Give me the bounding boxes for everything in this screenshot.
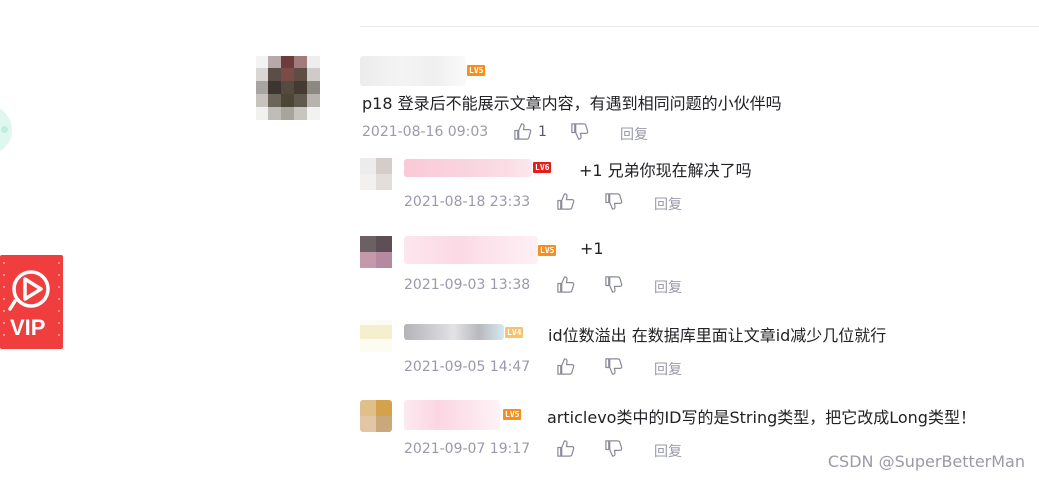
- comment-text: p18 登录后不能展示文章内容，有遇到相同问题的小伙伴吗: [362, 94, 782, 113]
- avatar[interactable]: [360, 320, 392, 352]
- dislike-button[interactable]: [604, 192, 623, 211]
- level-badge: LV5: [538, 245, 557, 256]
- level-badge: LV5: [467, 65, 486, 76]
- dislike-button[interactable]: [604, 439, 623, 458]
- thumbs-down-icon: [605, 276, 623, 293]
- thumbs-up-icon: [557, 276, 575, 293]
- avatar[interactable]: [360, 158, 392, 190]
- like-button[interactable]: [556, 357, 575, 376]
- level-badge: LV6: [533, 162, 552, 173]
- thumbs-up-icon: [514, 123, 532, 140]
- username[interactable]: [360, 56, 466, 86]
- avatar[interactable]: [256, 56, 320, 128]
- username[interactable]: [404, 236, 538, 264]
- username[interactable]: [404, 159, 532, 177]
- thumbs-up-icon: [557, 440, 575, 457]
- reply-button[interactable]: 回复: [654, 277, 682, 297]
- like-button[interactable]: [556, 275, 575, 294]
- reply-button[interactable]: 回复: [620, 124, 648, 144]
- comment-date: 2021-08-16 09:03: [362, 124, 489, 140]
- level-badge: LV4: [505, 327, 524, 338]
- thumbs-down-icon: [571, 123, 589, 140]
- avatar[interactable]: [360, 400, 392, 432]
- thumbs-down-icon: [605, 358, 623, 375]
- reply-button[interactable]: 回复: [654, 441, 682, 461]
- reply-text: +1: [580, 239, 604, 258]
- thumbs-down-icon: [605, 193, 623, 210]
- thumbs-up-icon: [557, 193, 575, 210]
- watermark: CSDN @SuperBetterMan: [827, 452, 1025, 471]
- thumbs-down-icon: [605, 440, 623, 457]
- floating-tool-button[interactable]: [0, 105, 12, 155]
- like-button[interactable]: 1: [513, 122, 547, 141]
- like-button[interactable]: [556, 192, 575, 211]
- top-divider: [360, 26, 1039, 27]
- dislike-button[interactable]: [604, 275, 623, 294]
- dislike-button[interactable]: [570, 122, 589, 141]
- reply-date: 2021-09-05 14:47: [404, 359, 531, 375]
- username[interactable]: [404, 324, 504, 340]
- level-badge: LV5: [503, 409, 522, 420]
- reply-date: 2021-09-07 19:17: [404, 441, 531, 457]
- reply-date: 2021-09-03 13:38: [404, 277, 531, 293]
- like-count: 1: [538, 123, 547, 140]
- tool-dot-icon: [1, 126, 8, 133]
- like-button[interactable]: [556, 439, 575, 458]
- reply-text: id位数溢出 在数据库里面让文章id减少几位就行: [548, 326, 887, 345]
- thumbs-up-icon: [557, 358, 575, 375]
- vip-badge[interactable]: VIP: [0, 255, 63, 349]
- reply-text: +1 兄弟你现在解决了吗: [579, 161, 752, 180]
- avatar[interactable]: [360, 236, 392, 268]
- vip-label: VIP: [10, 315, 46, 340]
- reply-button[interactable]: 回复: [654, 359, 682, 379]
- reply-text: articlevo类中的ID写的是String类型，把它改成Long类型！: [547, 408, 976, 427]
- reply-date: 2021-08-18 23:33: [404, 194, 531, 210]
- reply-button[interactable]: 回复: [654, 194, 682, 214]
- username[interactable]: [404, 400, 500, 430]
- dislike-button[interactable]: [604, 357, 623, 376]
